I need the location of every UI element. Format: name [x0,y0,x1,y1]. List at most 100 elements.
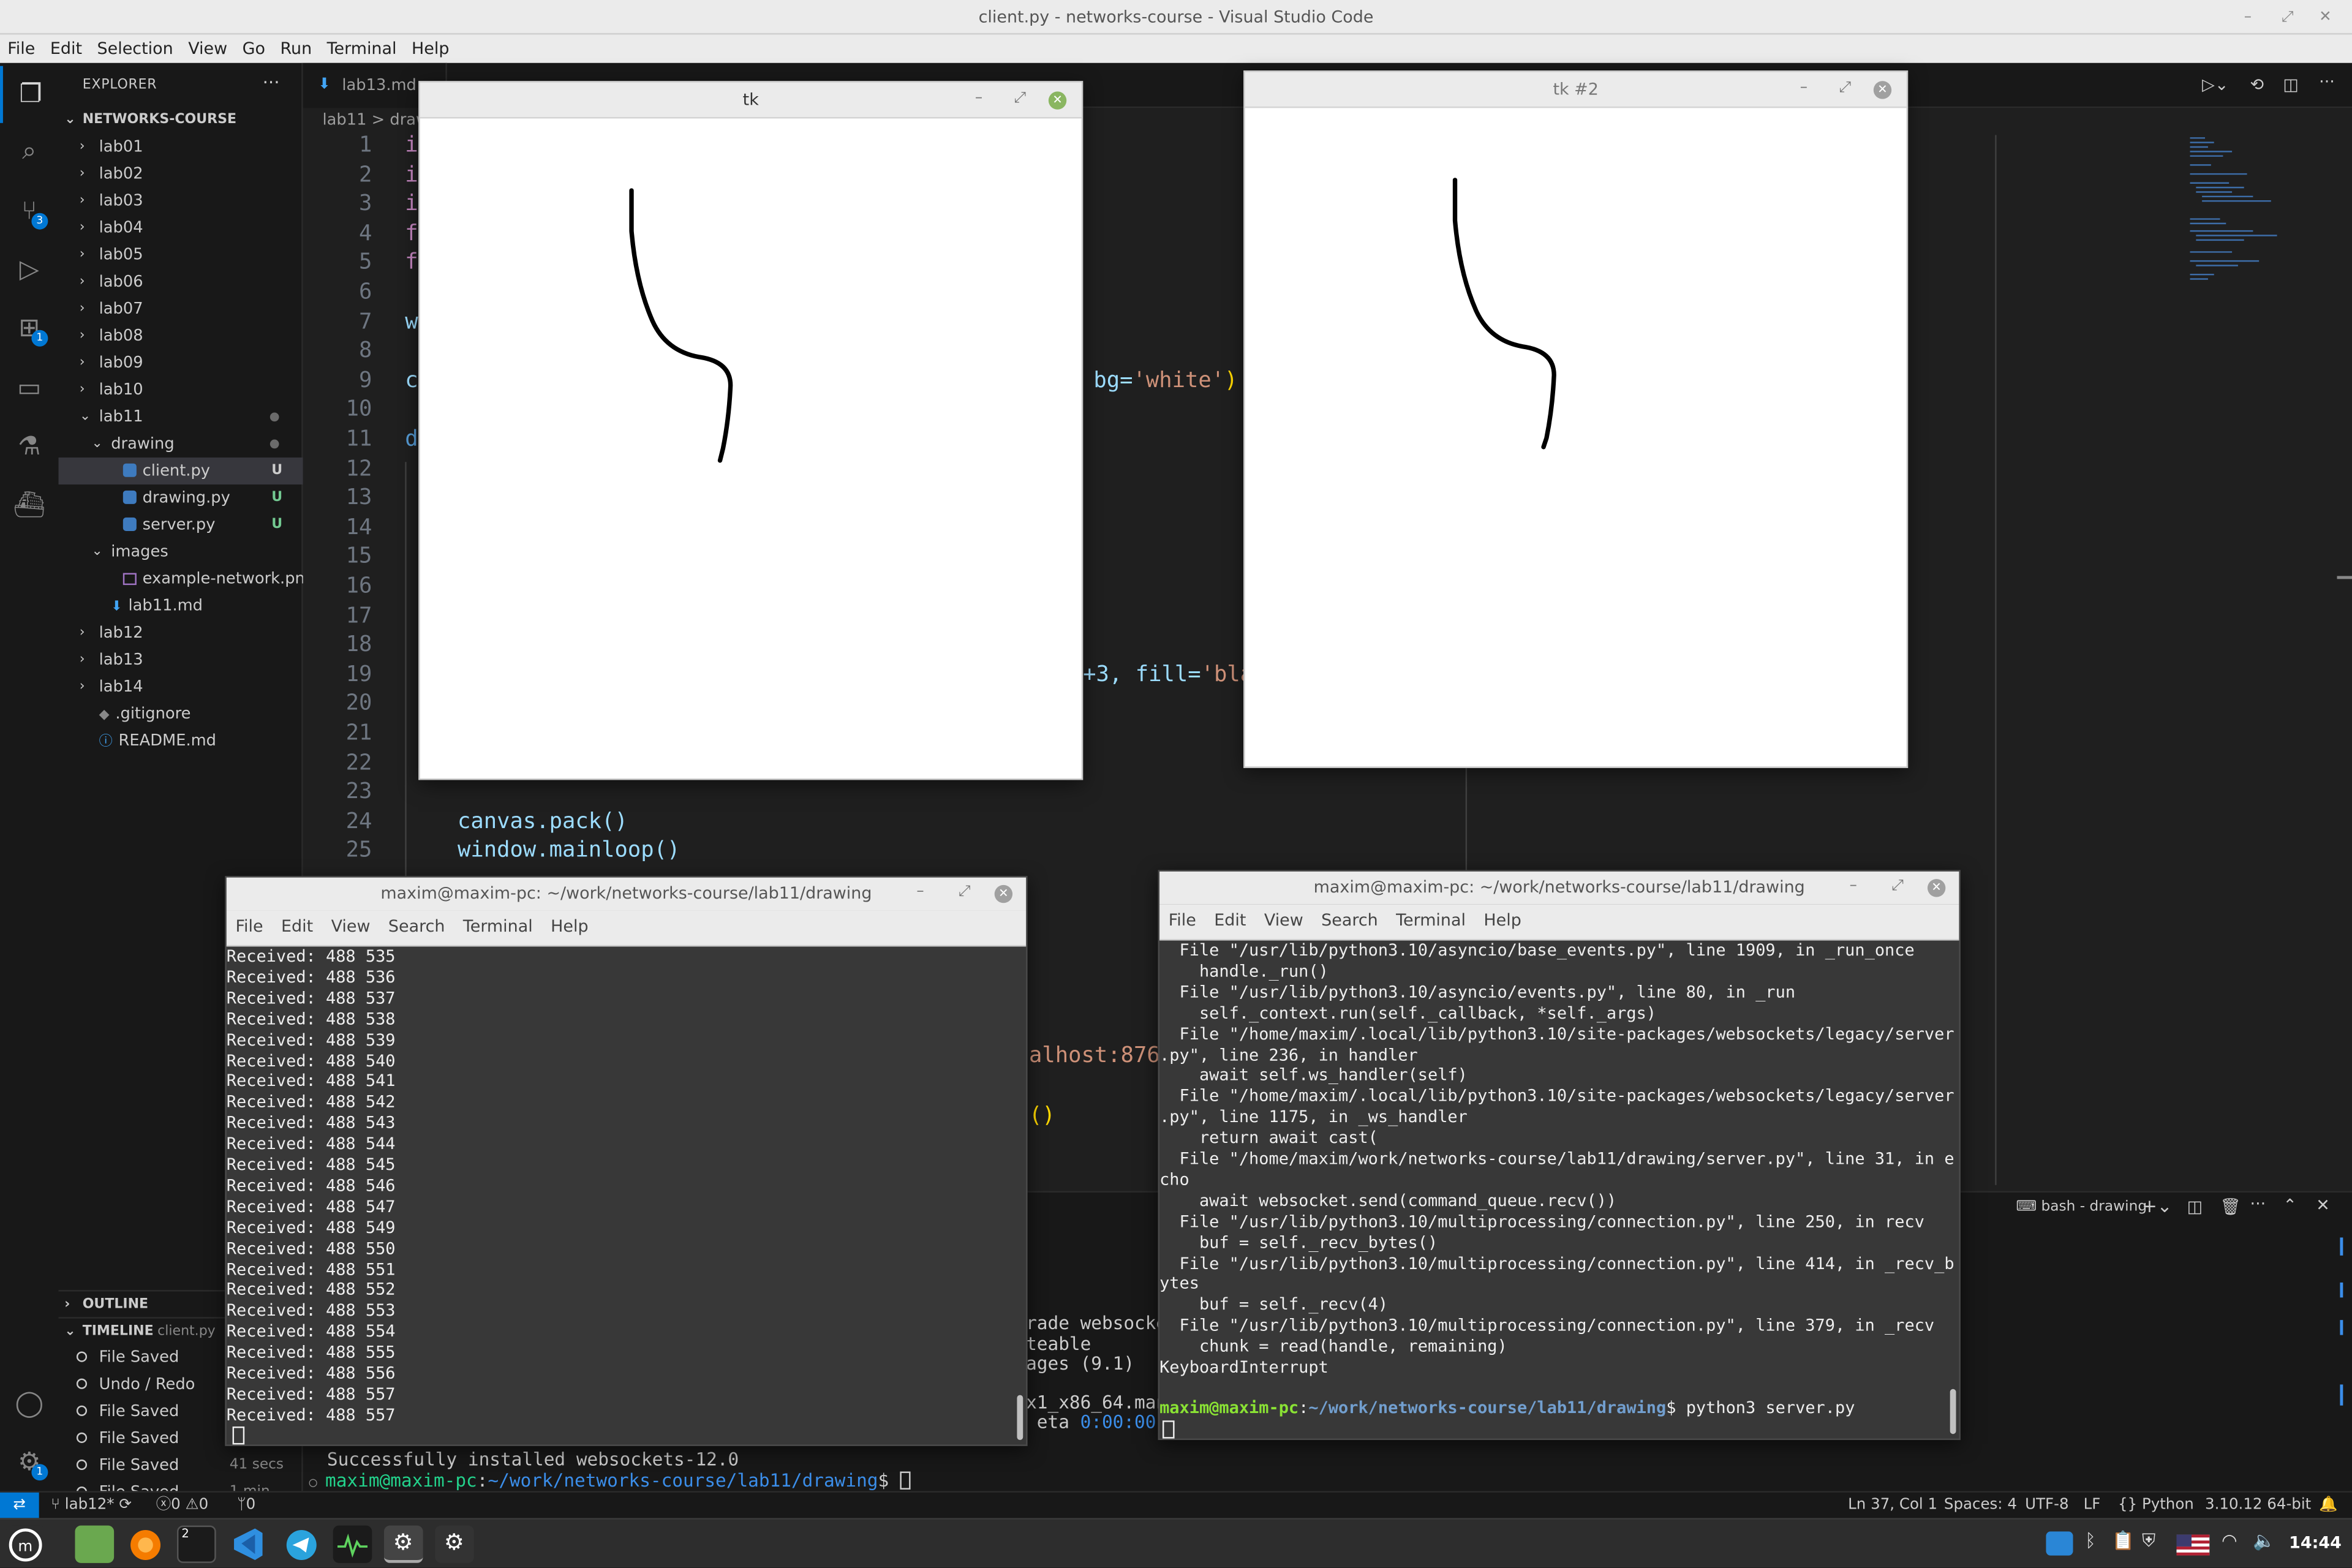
timeline-item[interactable]: File Saved 41 secs [59,1452,303,1479]
telegram-icon[interactable] [282,1526,321,1563]
testing-icon[interactable]: ⚗ [0,418,59,475]
minimize-icon[interactable]: – [975,90,982,108]
terminal-output[interactable]: Received: 488 535 Received: 488 536 Receiv… [227,946,1022,1444]
open-changes-icon[interactable]: ⟲ [2250,75,2264,94]
mint-menu-icon[interactable]: m [6,1525,45,1563]
tree-item-lab11-md[interactable]: ⬇ lab11.md [59,592,303,619]
tree-item-lab01[interactable]: › lab01 [59,134,303,160]
menu-run[interactable]: Run [273,34,319,63]
explorer-icon[interactable]: ❐ [0,66,59,123]
restore-icon[interactable]: ⤢ [1839,80,1851,97]
menu-terminal[interactable]: Terminal [319,34,404,63]
close-panel-icon[interactable]: ✕ [2316,1196,2330,1215]
more-actions-icon[interactable]: ··· [2319,72,2335,92]
tree-item-lab12[interactable]: › lab12 [59,619,303,646]
tree-item-lab02[interactable]: › lab02 [59,160,303,187]
tree-item-lab14[interactable]: › lab14 [59,674,303,701]
python-interpreter[interactable]: 3.10.12 64-bit [2205,1493,2311,1518]
tree-item-lab04[interactable]: › lab04 [59,214,303,241]
minimize-icon[interactable]: – [916,883,924,901]
source-control-icon[interactable]: ⑂ 3 [0,183,59,240]
tree-item-lab10[interactable]: › lab10 [59,377,303,404]
scrollbar[interactable] [1017,1395,1023,1441]
drawing-canvas[interactable] [1245,108,1907,768]
restore-icon[interactable]: ⤢ [1891,878,1904,895]
restore-icon[interactable]: ⤢ [959,883,971,901]
tree-item-server-py[interactable]: server.py U [59,511,303,538]
drawing-canvas[interactable] [420,118,1082,778]
ports-indicator[interactable]: ᛘ0 [237,1493,255,1518]
new-terminal-icon[interactable]: +⌄ [2142,1196,2172,1216]
firefox-icon[interactable] [126,1526,165,1563]
wifi-icon[interactable]: ◠ [2222,1530,2237,1551]
accounts-icon[interactable]: ◯ [0,1376,59,1433]
terminal-app-icon[interactable]: 2 [176,1525,216,1563]
minimap[interactable] [2187,135,2292,285]
tree-item-lab03[interactable]: › lab03 [59,187,303,214]
terminal-titlebar[interactable]: maxim@maxim-pc: ~/work/networks-course/l… [226,877,1027,911]
clock[interactable]: 14:44 [2289,1533,2342,1553]
tree-item-lab11[interactable]: ⌄ lab11 [59,404,303,431]
tree-item-lab13[interactable]: › lab13 [59,647,303,674]
tree-item-drawing-py[interactable]: drawing.py U [59,484,303,511]
shield-icon[interactable]: ⛨ [2142,1530,2155,1553]
restore-icon[interactable]: ⤢ [1014,90,1027,108]
tree-item-drawing[interactable]: ⌄ drawing [59,431,303,458]
tree-item-client-py[interactable]: client.py U [58,457,303,485]
tree-item-images[interactable]: ⌄ images [59,538,303,565]
menu-edit[interactable]: Edit [272,911,322,936]
close-icon[interactable]: ✕ [1048,91,1067,110]
menu-help[interactable]: Help [1475,905,1531,930]
tree-item-lab05[interactable]: › lab05 [59,241,303,268]
keyboard-layout-flag-icon[interactable] [2176,1533,2210,1556]
files-icon[interactable] [75,1525,115,1563]
menu-help[interactable]: Help [404,34,457,63]
terminal-tab[interactable]: ⌨ bash - drawing [2016,1199,2147,1215]
tree-item--gitignore[interactable]: ◆ .gitignore [59,701,303,728]
notifications-bell-icon[interactable]: 🔔 [2319,1493,2337,1518]
cursor-position[interactable]: Ln 37, Col 1 [1848,1493,1937,1518]
search-icon[interactable]: ⌕ [0,123,59,180]
menu-search[interactable]: Search [379,911,454,936]
settings-gear-icon[interactable]: ⚙ 1 [0,1434,59,1491]
menu-view[interactable]: View [1255,905,1312,930]
encoding[interactable]: UTF-8 [2025,1493,2068,1518]
close-icon[interactable]: ✕ [2319,0,2332,34]
git-branch[interactable]: ⑂ lab12* ⟳ [51,1493,132,1518]
close-icon[interactable]: ✕ [1927,879,1946,897]
close-icon[interactable]: ✕ [1873,81,1892,99]
menu-go[interactable]: Go [235,34,273,63]
trash-icon[interactable]: 🗑 [2220,1197,2241,1216]
tree-item-lab07[interactable]: › lab07 [59,295,303,322]
clipboard-icon[interactable]: 📋 [2112,1530,2135,1551]
bluetooth-icon[interactable]: ᛒ [2085,1530,2096,1551]
terminal-titlebar[interactable]: maxim@maxim-pc: ~/work/networks-course/l… [1159,871,1959,905]
panel-prompt[interactable]: ○ maxim@maxim-pc:~/work/networks-course/… [309,1470,911,1491]
tk-window-2-icon[interactable]: ⚙ [435,1525,474,1563]
line-ending[interactable]: LF [2084,1493,2101,1518]
tk-window-titlebar[interactable]: tk – ⤢ ✕ [420,82,1082,119]
workspace-root[interactable]: ⌄ NETWORKS-COURSE [59,107,303,134]
system-monitor-icon[interactable] [333,1525,372,1563]
menu-view[interactable]: View [322,911,379,936]
scrollbar[interactable] [1950,1389,1956,1434]
volume-icon[interactable]: 🔈 [2253,1530,2275,1551]
indentation[interactable]: Spaces: 4 [1944,1493,2017,1518]
menu-view[interactable]: View [181,34,235,63]
tree-item-lab06[interactable]: › lab06 [59,268,303,295]
more-actions-icon[interactable]: ··· [263,72,280,93]
menu-help[interactable]: Help [541,911,597,936]
split-terminal-icon[interactable]: ◫ [2187,1197,2203,1216]
menu-file[interactable]: File [227,911,273,936]
tk-window-icon[interactable]: ⚙ [383,1525,423,1563]
menu-edit[interactable]: Edit [1205,905,1256,930]
close-icon[interactable]: ✕ [994,884,1013,903]
more-actions-icon[interactable]: ··· [2250,1194,2266,1213]
restore-icon[interactable]: ⤢ [2282,0,2294,34]
split-editor-icon[interactable]: ◫ [2283,75,2298,94]
tree-item-lab08[interactable]: › lab08 [59,323,303,350]
tree-item-example-network-png[interactable]: example-network.png [59,565,315,592]
problems-indicator[interactable]: ⓧ0 ⚠0 [156,1493,208,1518]
update-manager-icon[interactable] [2046,1531,2073,1556]
tree-item-lab09[interactable]: › lab09 [59,350,303,377]
